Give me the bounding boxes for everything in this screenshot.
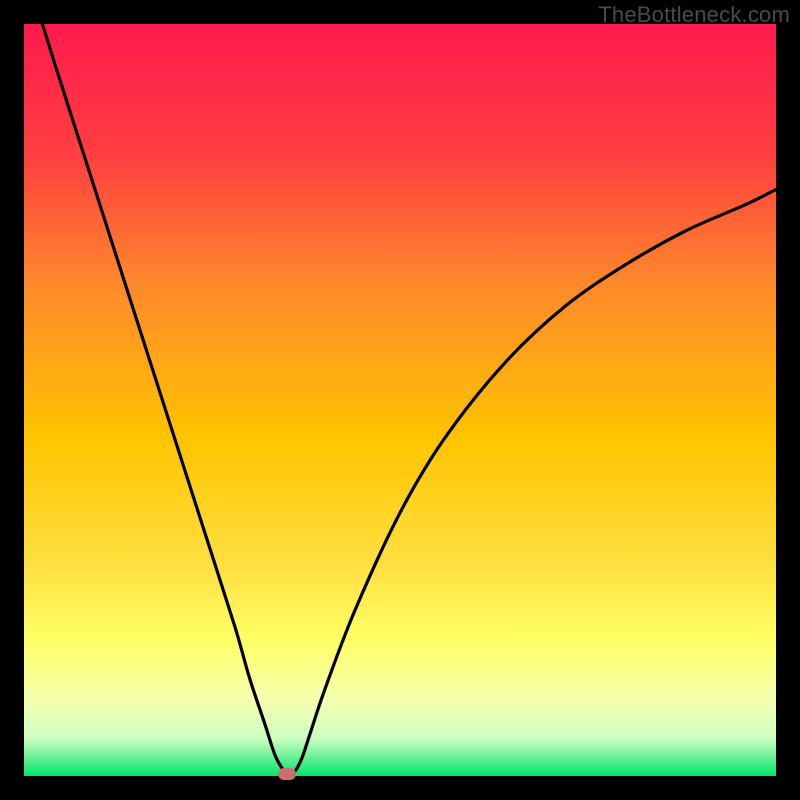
gradient-background bbox=[24, 24, 776, 776]
watermark-text: TheBottleneck.com bbox=[598, 2, 790, 28]
optimal-marker bbox=[278, 768, 296, 780]
bottleneck-chart bbox=[24, 24, 776, 776]
chart-frame bbox=[24, 24, 776, 776]
